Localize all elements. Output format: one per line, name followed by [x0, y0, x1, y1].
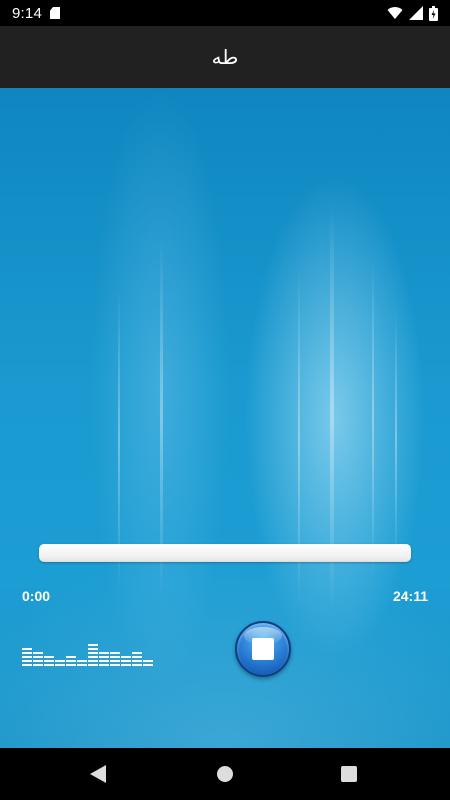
equalizer-segment [22, 648, 32, 650]
equalizer-segment [44, 664, 54, 666]
equalizer-segment [33, 660, 43, 662]
status-icons [387, 5, 438, 21]
recents-icon[interactable] [341, 766, 357, 782]
equalizer-segment [121, 656, 131, 658]
equalizer-bar [132, 652, 142, 666]
equalizer-segment [132, 652, 142, 654]
status-time: 9:14 [12, 4, 42, 22]
cell-signal-icon [409, 6, 423, 20]
equalizer-segment [22, 660, 32, 662]
equalizer-segment [88, 652, 98, 654]
equalizer-bar [99, 652, 109, 666]
equalizer-segment [55, 664, 65, 666]
stop-button[interactable] [235, 621, 291, 677]
equalizer-segment [99, 664, 109, 666]
equalizer-segment [99, 656, 109, 658]
equalizer-bar [110, 652, 120, 666]
equalizer-segment [33, 664, 43, 666]
equalizer-segment [88, 660, 98, 662]
equalizer-segment [22, 664, 32, 666]
equalizer-bar [22, 648, 32, 666]
equalizer-bar [55, 660, 65, 666]
equalizer-segment [55, 660, 65, 662]
equalizer-bar [121, 656, 131, 666]
equalizer-segment [132, 656, 142, 658]
status-bar: 9:14 [0, 0, 450, 26]
player-background: 0:00 24:11 [0, 88, 450, 748]
equalizer-segment [33, 656, 43, 658]
equalizer-segment [88, 644, 98, 646]
equalizer-bar [88, 644, 98, 666]
equalizer-icon [22, 630, 154, 666]
equalizer-segment [66, 664, 76, 666]
seek-bar[interactable] [39, 544, 411, 562]
equalizer-segment [143, 664, 153, 666]
equalizer-segment [99, 660, 109, 662]
equalizer-segment [66, 660, 76, 662]
current-time: 0:00 [22, 588, 51, 604]
equalizer-segment [110, 664, 120, 666]
wifi-icon [387, 7, 403, 20]
back-icon[interactable] [90, 765, 106, 783]
equalizer-segment [132, 664, 142, 666]
equalizer-segment [66, 656, 76, 658]
equalizer-segment [44, 660, 54, 662]
equalizer-segment [33, 652, 43, 654]
navigation-bar [0, 748, 450, 800]
equalizer-segment [110, 652, 120, 654]
equalizer-segment [77, 664, 87, 666]
equalizer-segment [88, 648, 98, 650]
equalizer-segment [22, 652, 32, 654]
equalizer-segment [22, 656, 32, 658]
app-bar: طه [0, 26, 450, 88]
stop-icon [252, 638, 274, 660]
equalizer-segment [143, 660, 153, 662]
light-streak [372, 258, 374, 578]
equalizer-segment [110, 660, 120, 662]
sd-card-icon [50, 7, 60, 19]
equalizer-segment [77, 660, 87, 662]
equalizer-segment [121, 664, 131, 666]
page-title: طه [211, 45, 239, 69]
total-time: 24:11 [392, 588, 428, 604]
battery-icon [429, 5, 438, 21]
light-streak [395, 308, 397, 568]
equalizer-segment [88, 664, 98, 666]
equalizer-segment [99, 652, 109, 654]
equalizer-bar [44, 656, 54, 666]
equalizer-segment [44, 656, 54, 658]
equalizer-bar [143, 660, 153, 666]
equalizer-segment [110, 656, 120, 658]
equalizer-bar [66, 656, 76, 666]
equalizer-segment [132, 660, 142, 662]
equalizer-bar [33, 652, 43, 666]
equalizer-segment [88, 656, 98, 658]
equalizer-bar [77, 660, 87, 666]
equalizer-segment [121, 660, 131, 662]
light-streak [118, 288, 120, 588]
home-icon[interactable] [217, 766, 233, 782]
